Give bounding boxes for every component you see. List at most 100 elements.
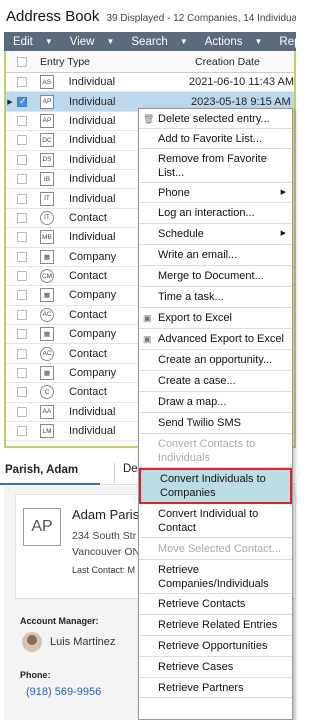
- row-checkbox[interactable]: [17, 115, 27, 126]
- company-icon: ▦: [40, 366, 54, 381]
- menu-item-label: Retrieve Companies/Individuals: [158, 563, 269, 590]
- contact-address: 234 South Str Vancouver ON: [72, 530, 141, 558]
- contact-icon: IT: [40, 210, 54, 225]
- menu-item-label: Create a case...: [158, 375, 236, 387]
- chevron-down-icon: ▼: [106, 37, 115, 46]
- submenu-arrow-icon: ▶: [280, 188, 286, 196]
- row-checkbox[interactable]: [17, 406, 27, 417]
- chevron-down-icon: ▼: [44, 37, 53, 46]
- menu-item-time-a-task[interactable]: Time a task...: [139, 287, 292, 308]
- row-checkbox[interactable]: [17, 135, 27, 146]
- menu-item-retrieve-partners[interactable]: Retrieve Partners: [139, 678, 292, 698]
- menu-report[interactable]: Report▼: [270, 36, 320, 48]
- menu-item-phone[interactable]: Phone ▶: [139, 183, 292, 203]
- menu-item-label: Phone: [158, 186, 190, 199]
- menu-item-retrieve-opportunities[interactable]: Retrieve Opportunities: [139, 636, 292, 657]
- row-checkbox[interactable]: [17, 290, 27, 301]
- chevron-down-icon: ▼: [179, 37, 188, 46]
- select-all-checkbox[interactable]: [17, 56, 27, 67]
- submenu-arrow-icon: ▶: [280, 230, 286, 237]
- menu-item-export-to-excel[interactable]: ▣ Export to Excel: [139, 308, 292, 329]
- menu-item-retrieve-cases[interactable]: Retrieve Cases: [139, 657, 292, 678]
- menu-item-log-an-interaction[interactable]: Log an interaction...: [139, 203, 292, 224]
- page-title: Address Book: [6, 8, 100, 25]
- row-checkbox[interactable]: [17, 212, 27, 223]
- menu-view[interactable]: View ▼: [61, 36, 115, 48]
- row-checkbox[interactable]: [17, 426, 27, 437]
- menu-item-label: Create an opportunity...: [158, 354, 273, 366]
- menu-item-convert-contacts-to-individuals[interactable]: Convert Contacts to Individuals: [139, 434, 292, 468]
- row-checkbox[interactable]: [17, 232, 27, 243]
- menu-item-label: Add to Favorite List...: [158, 132, 262, 145]
- individual-icon: IT: [40, 191, 54, 206]
- menu-item-create-an-opportunity[interactable]: Create an opportunity...: [139, 350, 292, 371]
- active-tab-indicator: [0, 483, 100, 485]
- phone-link[interactable]: (918) 569-9956: [26, 686, 101, 698]
- menu-item-send-twilio-sms[interactable]: Send Twilio SMS: [139, 413, 292, 434]
- phone-label: Phone:: [20, 670, 51, 680]
- row-checkbox[interactable]: [17, 174, 27, 185]
- menu-item-retrieve-companies-individuals[interactable]: Retrieve Companies/Individuals: [139, 560, 292, 594]
- menu-item-merge-to-document[interactable]: Merge to Document...: [139, 266, 292, 287]
- company-icon: ▦: [40, 327, 54, 342]
- menu-actions[interactable]: Actions ▼: [196, 36, 263, 48]
- contact-name: Adam Parish: [72, 507, 147, 522]
- column-header-entry-type[interactable]: Entry Type: [40, 56, 195, 68]
- tab-contact-name[interactable]: Parish, Adam: [5, 464, 78, 476]
- row-checkbox[interactable]: [17, 251, 27, 262]
- tab-details[interactable]: De: [114, 463, 138, 483]
- contact-icon: CM: [40, 269, 54, 284]
- menu-item-convert-individuals-to-companies[interactable]: Convert Individuals to Companies: [139, 468, 292, 504]
- menu-item-move-selected-contact[interactable]: Move Selected Contact...: [139, 538, 292, 560]
- creation-date-cell: 2023-05-18 9:15 AM: [191, 95, 291, 108]
- individual-icon: IB: [40, 172, 54, 187]
- menu-edit[interactable]: Edit ▼: [4, 36, 53, 48]
- column-header-creation-date[interactable]: Creation Date: [195, 56, 260, 68]
- menu-item-advanced-export-to-excel[interactable]: ▣ Advanced Export to Excel: [139, 329, 292, 350]
- row-checkbox[interactable]: [17, 271, 27, 282]
- menu-item-add-to-favorite-list[interactable]: Add to Favorite List...: [139, 129, 292, 149]
- row-checkbox[interactable]: [17, 193, 27, 204]
- menu-item-label: Retrieve Related Entries: [158, 619, 278, 631]
- menu-item-label: Delete selected entry...: [158, 112, 270, 125]
- menu-item-retrieve-contacts[interactable]: Retrieve Contacts: [139, 594, 292, 615]
- row-checkbox[interactable]: [17, 96, 27, 107]
- menu-item-create-a-case[interactable]: Create a case...: [139, 371, 292, 392]
- account-manager-name[interactable]: Luis Martinez: [50, 636, 115, 648]
- individual-icon: MB: [40, 230, 54, 245]
- row-checkbox[interactable]: [17, 154, 27, 165]
- menu-item-schedule[interactable]: Schedule ▶: [139, 224, 292, 245]
- menu-item-label: Retrieve Cases: [158, 661, 234, 673]
- manager-avatar: [22, 632, 42, 652]
- individual-icon: LM: [40, 424, 54, 439]
- menu-item-write-an-email[interactable]: Write an email...: [139, 245, 292, 266]
- menu-item-label: Retrieve Opportunities: [158, 640, 268, 652]
- menu-search[interactable]: Search ▼: [122, 36, 187, 48]
- menu-item-draw-a-map[interactable]: Draw a map...: [139, 392, 292, 413]
- menu-item-label: Move Selected Contact...: [158, 542, 281, 555]
- menu-item-label: Retrieve Contacts: [158, 598, 246, 610]
- menu-item-label: Convert Individuals to Companies: [160, 473, 266, 499]
- record-count: 39 Displayed - 12 Companies, 14 Individu…: [106, 13, 296, 24]
- creation-date-cell: 2021-06-10 11:43 AM: [189, 76, 294, 89]
- company-icon: ▦: [40, 288, 54, 303]
- entry-type-cell: Individual: [68, 76, 116, 89]
- row-checkbox[interactable]: [16, 77, 27, 88]
- row-checkbox[interactable]: [17, 348, 27, 359]
- menu-item-label: Draw a map...: [158, 396, 227, 408]
- context-menu: 🗑 Delete selected entry... Add to Favorite…: [138, 108, 293, 720]
- menu-item-remove-from-favorite-list[interactable]: Remove from Favorite List...: [139, 149, 292, 183]
- menu-item-convert-individual-to-contact[interactable]: Convert Individual to Contact: [139, 504, 292, 538]
- row-checkbox[interactable]: [17, 329, 27, 340]
- menu-item-delete-selected-entry[interactable]: 🗑 Delete selected entry...: [139, 109, 292, 129]
- entry-type-cell: Individual: [69, 95, 116, 108]
- row-checkbox[interactable]: [17, 387, 27, 398]
- menu-item-retrieve-related-entries[interactable]: Retrieve Related Entries: [139, 615, 292, 636]
- menu-item-label: Convert Individual to Contact: [158, 507, 259, 534]
- individual-icon: AP: [40, 94, 54, 109]
- menu-item-label: Send Twilio SMS: [158, 417, 241, 429]
- table-row[interactable]: AS Individual 2021-06-10 11:43 AM: [6, 73, 294, 93]
- row-checkbox[interactable]: [17, 368, 27, 379]
- individual-icon: DS: [40, 152, 54, 167]
- row-checkbox[interactable]: [17, 309, 27, 320]
